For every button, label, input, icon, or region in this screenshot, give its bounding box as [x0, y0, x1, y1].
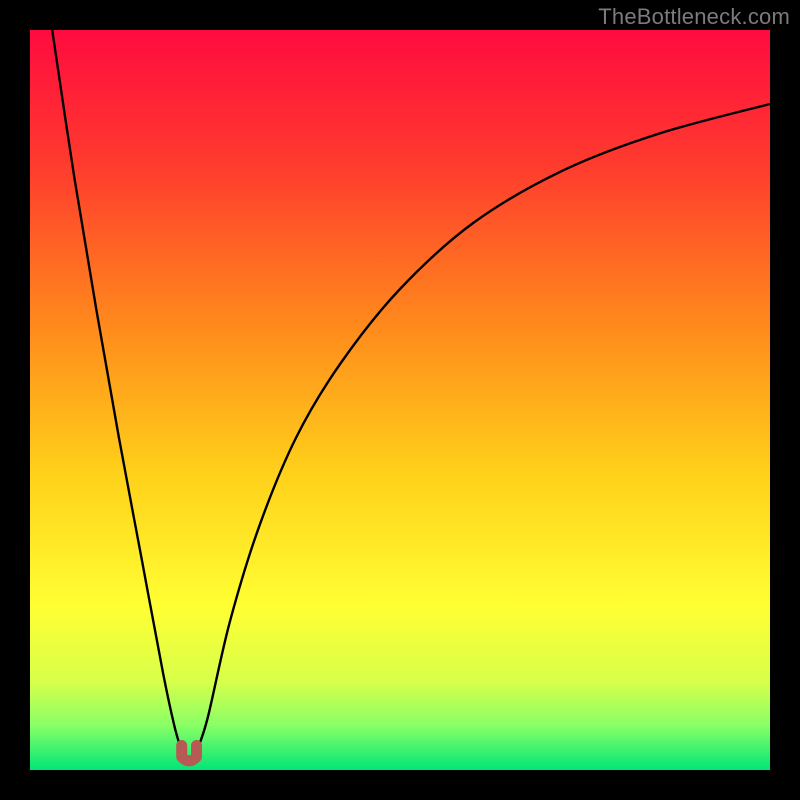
attribution-label: TheBottleneck.com: [598, 4, 790, 30]
chart-stage: TheBottleneck.com: [0, 0, 800, 800]
bottleneck-chart: [0, 0, 800, 800]
plot-background: [30, 30, 770, 770]
